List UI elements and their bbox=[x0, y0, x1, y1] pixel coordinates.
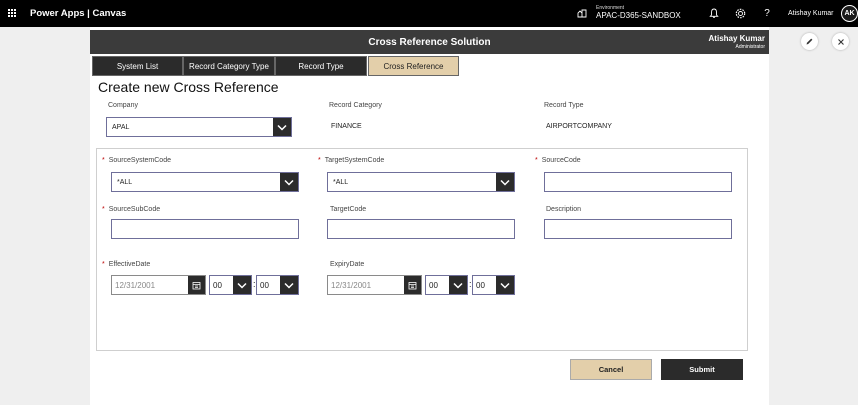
effective-minute-value: 00 bbox=[260, 281, 269, 290]
required-marker: * bbox=[535, 157, 538, 164]
chevron-down-icon[interactable] bbox=[449, 276, 467, 294]
record-category-label: Record Category bbox=[329, 102, 382, 109]
effective-hour-dropdown[interactable]: 00 bbox=[209, 275, 252, 295]
expiry-hour-dropdown[interactable]: 00 bbox=[425, 275, 468, 295]
required-marker: * bbox=[102, 157, 105, 164]
chevron-down-icon[interactable] bbox=[273, 118, 291, 136]
effective-minute-dropdown[interactable]: 00 bbox=[256, 275, 299, 295]
calendar-icon[interactable] bbox=[404, 276, 421, 294]
tab-record-type[interactable]: Record Type bbox=[275, 56, 367, 76]
expiry-date-picker[interactable]: 12/31/2001 bbox=[327, 275, 422, 295]
top-bar: Power Apps | Canvas Environment APAC-D36… bbox=[0, 0, 858, 27]
target-system-code-value: *ALL bbox=[333, 179, 349, 186]
app-canvas: Cross Reference Solution Atishay Kumar A… bbox=[90, 27, 769, 405]
expiry-hour-value: 00 bbox=[429, 281, 438, 290]
source-system-code-value: *ALL bbox=[117, 179, 133, 186]
header-user-role: Administrator bbox=[735, 44, 765, 50]
source-system-code-label: * SourceSystemCode bbox=[102, 157, 171, 164]
expiry-minute-dropdown[interactable]: 00 bbox=[472, 275, 515, 295]
header-user-name: Atishay Kumar bbox=[708, 34, 765, 43]
source-code-input[interactable] bbox=[544, 172, 732, 192]
target-system-code-label: * TargetSystemCode bbox=[318, 157, 385, 164]
company-label: Company bbox=[108, 102, 138, 109]
source-sub-code-input[interactable] bbox=[111, 219, 299, 239]
page-title: Create new Cross Reference bbox=[98, 79, 279, 95]
required-marker: * bbox=[318, 157, 321, 164]
effective-date-value: 12/31/2001 bbox=[115, 281, 156, 290]
record-category-value: FINANCE bbox=[331, 123, 362, 130]
company-value: APAL bbox=[112, 124, 130, 131]
source-code-label: * SourceCode bbox=[535, 157, 581, 164]
target-code-label: TargetCode bbox=[330, 206, 367, 213]
expiry-date-label: ExpiryDate bbox=[330, 261, 365, 268]
target-system-code-dropdown[interactable]: *ALL bbox=[327, 172, 515, 192]
help-icon[interactable]: ? bbox=[761, 7, 773, 19]
record-type-value: AIRPORTCOMPANY bbox=[546, 123, 612, 130]
source-sub-code-label: * SourceSubCode bbox=[102, 206, 161, 213]
close-icon[interactable] bbox=[832, 33, 849, 50]
record-type-label: Record Type bbox=[544, 102, 584, 109]
chevron-down-icon[interactable] bbox=[280, 173, 298, 191]
required-marker: * bbox=[102, 206, 105, 213]
description-input[interactable] bbox=[544, 219, 732, 239]
environment-icon[interactable] bbox=[577, 8, 587, 18]
app-header: Cross Reference Solution Atishay Kumar A… bbox=[90, 30, 769, 54]
settings-gear-icon[interactable] bbox=[734, 7, 746, 19]
target-code-input[interactable] bbox=[327, 219, 515, 239]
chevron-down-icon[interactable] bbox=[280, 276, 298, 294]
cancel-button[interactable]: Cancel bbox=[570, 359, 652, 380]
calendar-icon[interactable] bbox=[188, 276, 205, 294]
effective-hour-value: 00 bbox=[213, 281, 222, 290]
tab-system-list[interactable]: System List bbox=[92, 56, 183, 76]
effective-date-label: * EffectiveDate bbox=[102, 261, 151, 268]
user-name[interactable]: Atishay Kumar bbox=[788, 10, 834, 17]
source-system-code-dropdown[interactable]: *ALL bbox=[111, 172, 299, 192]
tab-cross-reference[interactable]: Cross Reference bbox=[368, 56, 459, 76]
expiry-minute-value: 00 bbox=[476, 281, 485, 290]
expiry-date-value: 12/31/2001 bbox=[331, 281, 372, 290]
app-header-title: Cross Reference Solution bbox=[368, 37, 491, 48]
company-dropdown[interactable]: APAL bbox=[106, 117, 292, 137]
app-launcher-icon[interactable] bbox=[8, 9, 17, 18]
app-title: Power Apps | Canvas bbox=[30, 8, 127, 19]
avatar[interactable]: AK bbox=[841, 5, 858, 22]
tab-record-category-type[interactable]: Record Category Type bbox=[183, 56, 275, 76]
required-marker: * bbox=[102, 261, 105, 268]
edit-pencil-icon[interactable] bbox=[801, 33, 818, 50]
chevron-down-icon[interactable] bbox=[496, 276, 514, 294]
submit-button[interactable]: Submit bbox=[661, 359, 743, 380]
description-label: Description bbox=[546, 206, 582, 213]
effective-date-picker[interactable]: 12/31/2001 bbox=[111, 275, 206, 295]
notification-bell-icon[interactable] bbox=[708, 7, 720, 19]
chevron-down-icon[interactable] bbox=[233, 276, 251, 294]
environment-name[interactable]: APAC-D365-SANDBOX bbox=[596, 11, 681, 20]
chevron-down-icon[interactable] bbox=[496, 173, 514, 191]
